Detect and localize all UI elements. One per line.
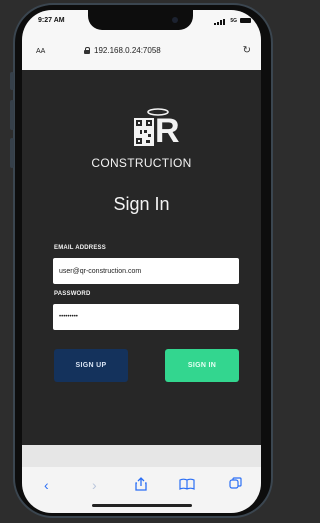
home-indicator [92,504,192,507]
text-size-button[interactable]: AA [36,48,45,55]
url-display[interactable]: 192.168.0.24:7058 [84,46,161,55]
tabs-icon[interactable] [229,477,242,493]
logo-letter: R [155,112,180,150]
password-label: PASSWORD [54,291,91,297]
email-field[interactable]: user@qr-construction.com [53,258,239,284]
signal-icon [214,19,225,25]
volume-down-button [10,138,14,168]
toolbar-divider [22,445,261,467]
password-field[interactable]: ••••••••• [53,304,239,330]
url-text: 192.168.0.24:7058 [94,46,161,55]
page-content: R CONSTRUCTION Sign In EMAIL ADDRESS use… [22,70,261,445]
sign-up-button[interactable]: SIGN UP [54,349,128,382]
phone-screen: 9:27 AM 5G AA 192.168.0.24:7058 ↻ R CONS… [22,10,261,513]
forward-icon[interactable]: › [92,477,97,493]
mute-switch [10,72,14,90]
company-logo: R [120,108,190,154]
sign-in-button[interactable]: SIGN IN [165,349,239,382]
lock-icon [84,47,90,54]
email-label: EMAIL ADDRESS [54,245,106,251]
bookmarks-icon[interactable] [179,477,195,493]
brand-name: CONSTRUCTION [91,156,192,170]
address-bar[interactable]: AA 192.168.0.24:7058 ↻ [22,36,261,70]
camera-icon [172,17,178,23]
volume-up-button [10,100,14,130]
status-time: 9:27 AM [38,17,65,24]
share-icon[interactable] [135,477,147,494]
browser-toolbar: ‹ › [22,445,261,513]
network-label: 5G [230,18,237,24]
status-bar: 9:27 AM 5G [22,10,261,36]
page-title: Sign In [113,194,170,214]
back-icon[interactable]: ‹ [44,477,49,493]
battery-icon [240,18,251,23]
reload-icon[interactable]: ↻ [243,45,251,56]
